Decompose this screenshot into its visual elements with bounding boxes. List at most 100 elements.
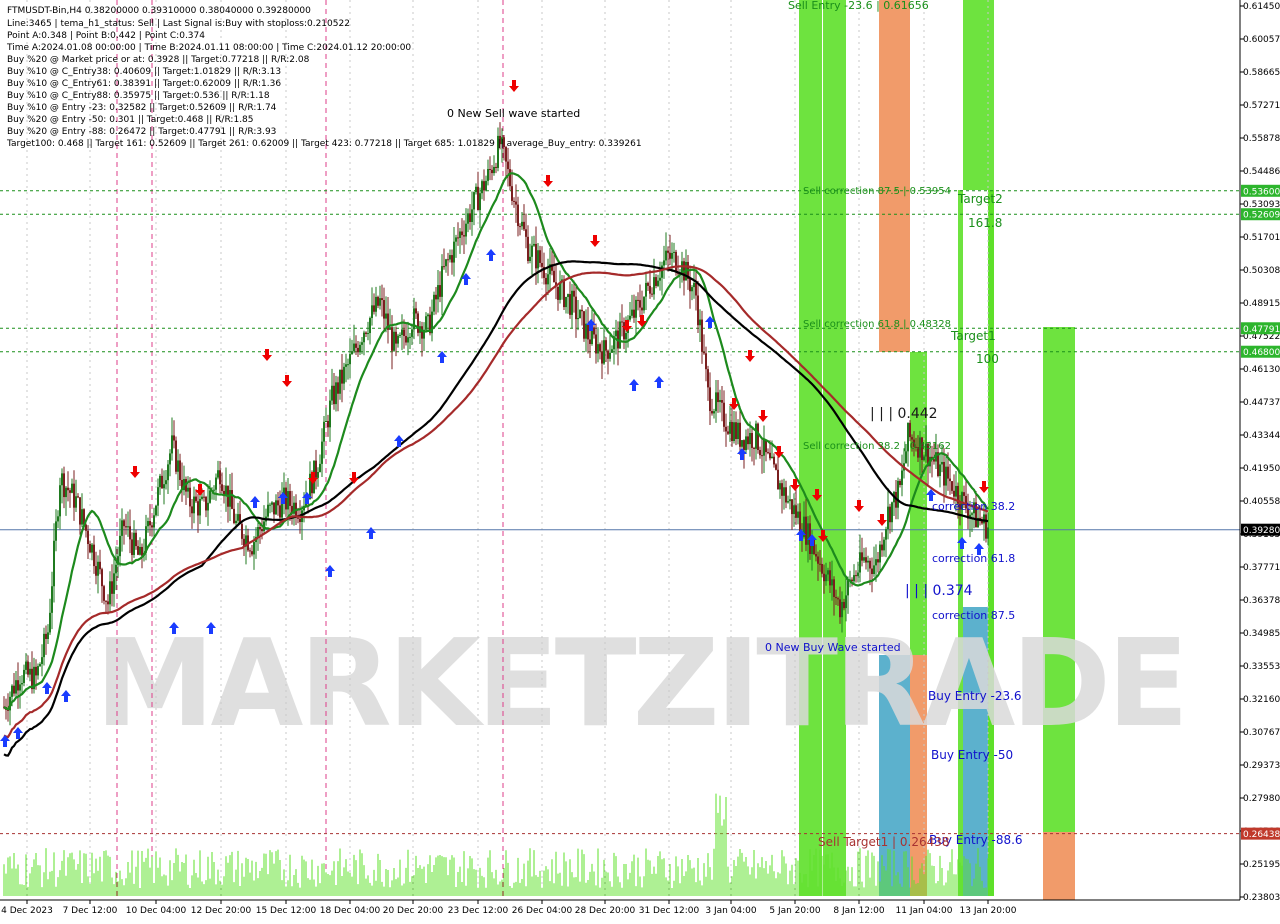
candle-body [75, 496, 77, 508]
candle-body [399, 334, 401, 336]
candle-body [39, 663, 41, 667]
x-tick-label: 7 Dec 12:00 [63, 906, 118, 916]
signal-zone [1043, 832, 1075, 900]
candle-body [69, 490, 71, 493]
candle-body [791, 499, 793, 515]
chart-annotation: 0 New Sell wave started [447, 107, 580, 120]
candle-body [695, 282, 697, 296]
candle-body [901, 470, 903, 485]
x-tick-label: 18 Dec 04:00 [320, 906, 381, 916]
candle-body [59, 485, 61, 517]
info-line: Time A:2024.01.08 00:00:00 | Time B:2024… [6, 43, 411, 53]
signal-zone [963, 0, 994, 190]
candle-body [57, 516, 59, 522]
candle-body [797, 511, 799, 518]
candle-body [933, 459, 935, 462]
candle-body [325, 420, 327, 422]
candle-body [755, 423, 757, 449]
candle-body [667, 250, 669, 253]
candle-body [215, 477, 217, 490]
candle-body [711, 411, 713, 414]
candle-body [371, 305, 373, 319]
candle-body [241, 524, 243, 539]
candle-body [963, 492, 965, 496]
candle-body [153, 515, 155, 528]
candle-body [735, 422, 737, 440]
candle-body [455, 237, 457, 242]
candle-body [517, 204, 519, 227]
candle-body [941, 461, 943, 465]
candle-body [205, 496, 207, 511]
candle-body [641, 307, 643, 311]
candle-body [879, 544, 881, 563]
candle-body [219, 470, 221, 485]
candle-body [425, 316, 427, 330]
watermark-logo: MARKETZITRADE [95, 615, 1189, 754]
candlestick-chart: MARKETZITRADE 0 New Sell wave started 0 N… [0, 0, 1280, 920]
candle-body [483, 181, 485, 191]
candle-body [445, 259, 447, 267]
candle-body [715, 392, 717, 412]
candle-body [427, 314, 429, 317]
candle-body [355, 343, 357, 348]
level-price-label: 0.52609 [1243, 211, 1280, 221]
x-tick-label: 20 Dec 20:00 [383, 906, 444, 916]
candle-body [275, 500, 277, 515]
candle-body [435, 294, 437, 300]
candle-body [689, 278, 691, 292]
candle-body [115, 564, 117, 574]
candle-body [443, 266, 445, 268]
candle-body [489, 169, 491, 171]
candle-body [865, 557, 867, 563]
candle-body [515, 201, 517, 205]
candle-body [37, 666, 39, 676]
candle-body [199, 498, 201, 516]
candle-body [703, 351, 705, 354]
candle-body [819, 563, 821, 565]
candle-body [539, 250, 541, 263]
y-tick-label: 0.36378 [1243, 596, 1280, 606]
candle-body [537, 250, 539, 269]
candle-body [433, 294, 435, 312]
candle-body [235, 520, 237, 524]
candle-body [105, 600, 107, 602]
candle-body [649, 285, 651, 294]
candle-body [611, 349, 613, 353]
candle-body [523, 221, 525, 230]
candle-body [807, 523, 809, 545]
chart-annotation: Sell correction 38.2 | 0.43162 [803, 441, 951, 452]
candle-body [103, 586, 105, 601]
x-tick-label: 3 Jan 04:00 [705, 906, 757, 916]
candle-body [699, 319, 701, 326]
candle-body [889, 506, 891, 523]
y-tick-label: 0.60057 [1243, 35, 1280, 45]
candle-body [693, 282, 695, 288]
candle-body [853, 575, 855, 582]
candle-body [137, 546, 139, 555]
candle-body [707, 369, 709, 388]
candle-body [261, 529, 263, 532]
candle-body [379, 298, 381, 306]
candle-body [403, 329, 405, 336]
candle-body [267, 504, 269, 517]
candle-body [111, 581, 113, 594]
candle-body [779, 483, 781, 490]
x-tick-label: 28 Dec 20:00 [575, 906, 636, 916]
candle-body [441, 266, 443, 297]
signal-zone [1043, 327, 1075, 832]
candle-body [599, 344, 601, 352]
candle-body [469, 213, 471, 222]
candle-body [415, 308, 417, 314]
candle-body [899, 480, 901, 485]
candle-body [947, 466, 949, 479]
candle-body [331, 385, 333, 401]
candle-body [829, 570, 831, 586]
candle-body [691, 287, 693, 292]
candle-body [327, 420, 329, 428]
candle-body [19, 684, 21, 691]
candle-body [573, 290, 575, 297]
candle-body [619, 321, 621, 349]
chart-annotation: 161.8 [968, 216, 1002, 230]
candle-body [861, 552, 863, 561]
candle-body [579, 309, 581, 318]
